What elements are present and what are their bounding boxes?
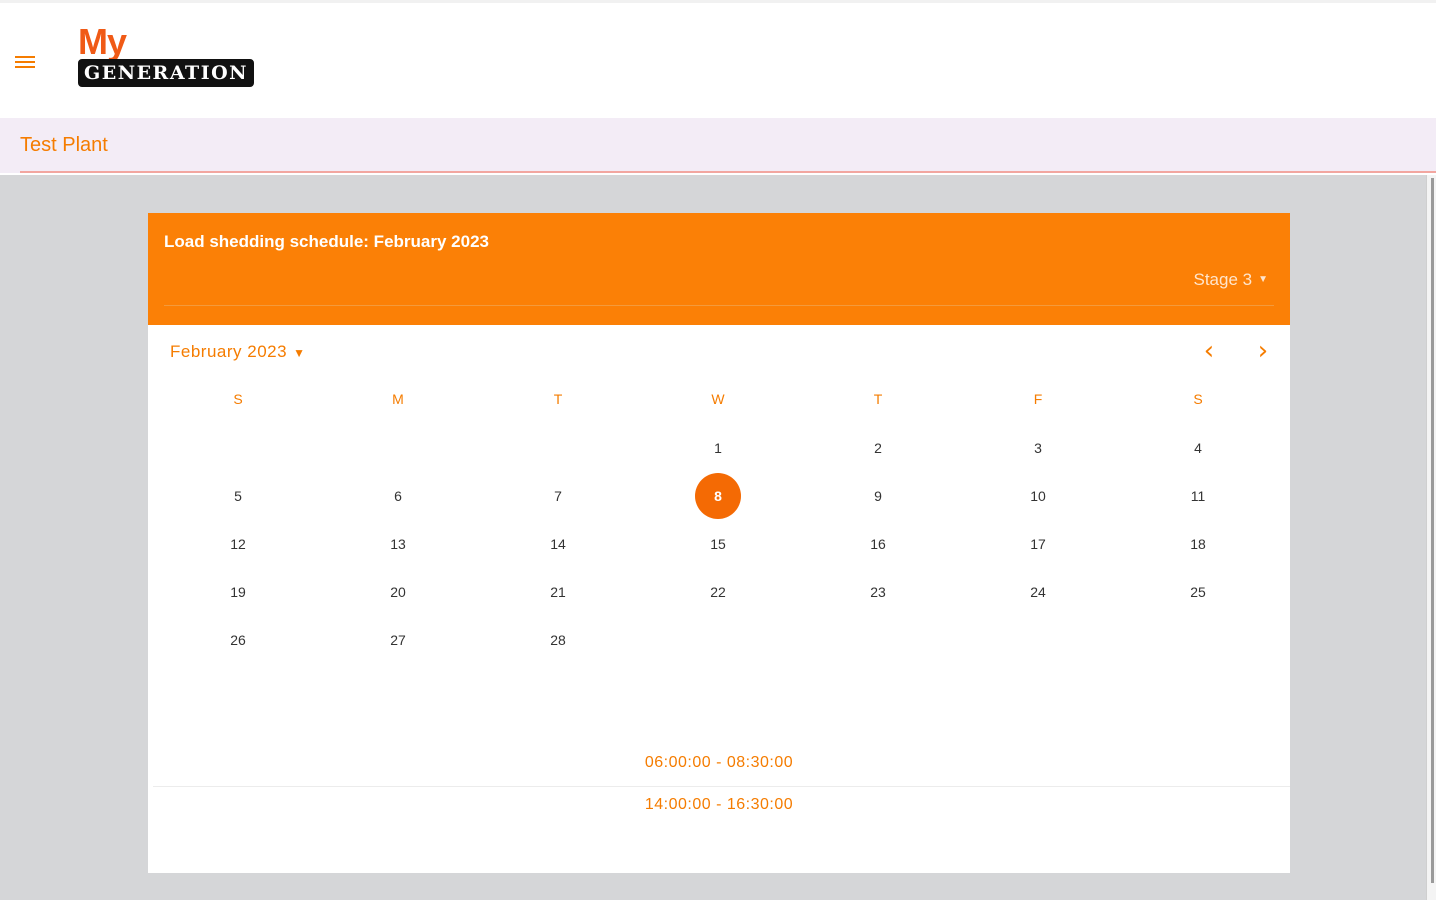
card-title: Load shedding schedule: February 2023: [164, 232, 489, 251]
app-logo: My GENERATION: [78, 23, 254, 87]
stage-select[interactable]: Stage 3 ▼: [1193, 270, 1268, 290]
weekday-label: M: [392, 391, 404, 407]
weekday-label: T: [873, 391, 883, 407]
stage-select-value: Stage 3: [1193, 270, 1253, 289]
calendar-day[interactable]: 15: [695, 521, 741, 567]
weekday-label: T: [553, 391, 563, 407]
month-year-select[interactable]: February 2023 ▼: [170, 342, 305, 362]
weekday-label: S: [1193, 391, 1203, 407]
weekday-label: S: [233, 391, 243, 407]
calendar-day[interactable]: 20: [375, 569, 421, 615]
calendar-day-selected[interactable]: 8: [695, 473, 741, 519]
logo-text-generation: GENERATION: [78, 59, 254, 87]
logo-text-my: My: [78, 21, 127, 62]
month-label: February 2023: [170, 342, 288, 361]
calendar-day[interactable]: 12: [215, 521, 261, 567]
calendar-day[interactable]: 14: [535, 521, 581, 567]
calendar-day[interactable]: 21: [535, 569, 581, 615]
calendar-day[interactable]: 25: [1175, 569, 1221, 615]
calendar-day[interactable]: 18: [1175, 521, 1221, 567]
calendar-day[interactable]: 1: [695, 425, 741, 471]
weekday-header: SMTWTFS: [158, 391, 1278, 411]
time-slot: 06:00:00 - 08:30:00: [644, 754, 794, 771]
calendar-day[interactable]: 19: [215, 569, 261, 615]
calendar-day[interactable]: 27: [375, 617, 421, 663]
calendar-day[interactable]: 2: [855, 425, 901, 471]
schedule-card: Load shedding schedule: February 2023 St…: [148, 213, 1290, 873]
calendar-day[interactable]: 13: [375, 521, 421, 567]
calendar-day[interactable]: 22: [695, 569, 741, 615]
chevron-left-icon[interactable]: ‹: [1194, 338, 1224, 368]
menu-icon[interactable]: [15, 53, 41, 75]
calendar-day[interactable]: 4: [1175, 425, 1221, 471]
header-divider: [164, 305, 1274, 306]
scrollbar-thumb[interactable]: [1431, 178, 1434, 883]
slot-divider: [153, 786, 1290, 787]
plant-name[interactable]: Test Plant: [20, 134, 108, 157]
top-app-bar: My GENERATION: [0, 0, 1436, 118]
calendar-day[interactable]: 3: [1015, 425, 1061, 471]
weekday-label: F: [1033, 391, 1043, 407]
calendar-day[interactable]: 17: [1015, 521, 1061, 567]
calendar-day[interactable]: 24: [1015, 569, 1061, 615]
calendar-day[interactable]: 11: [1175, 473, 1221, 519]
time-slot: 14:00:00 - 16:30:00: [644, 796, 794, 813]
calendar-day[interactable]: 26: [215, 617, 261, 663]
calendar-day[interactable]: 9: [855, 473, 901, 519]
plant-bar: Test Plant: [0, 118, 1436, 173]
caret-down-icon: ▼: [293, 346, 306, 360]
weekday-label: W: [711, 391, 725, 407]
card-header: Load shedding schedule: February 2023 St…: [148, 213, 1290, 325]
calendar-day[interactable]: 23: [855, 569, 901, 615]
calendar-day[interactable]: 16: [855, 521, 901, 567]
calendar-day[interactable]: 7: [535, 473, 581, 519]
calendar-day[interactable]: 28: [535, 617, 581, 663]
plant-underline: [20, 171, 1436, 173]
calendar-day[interactable]: 10: [1015, 473, 1061, 519]
calendar-day[interactable]: 5: [215, 473, 261, 519]
caret-down-icon: ▼: [1258, 274, 1268, 285]
chevron-right-icon[interactable]: ›: [1248, 338, 1278, 368]
calendar-day[interactable]: 6: [375, 473, 421, 519]
